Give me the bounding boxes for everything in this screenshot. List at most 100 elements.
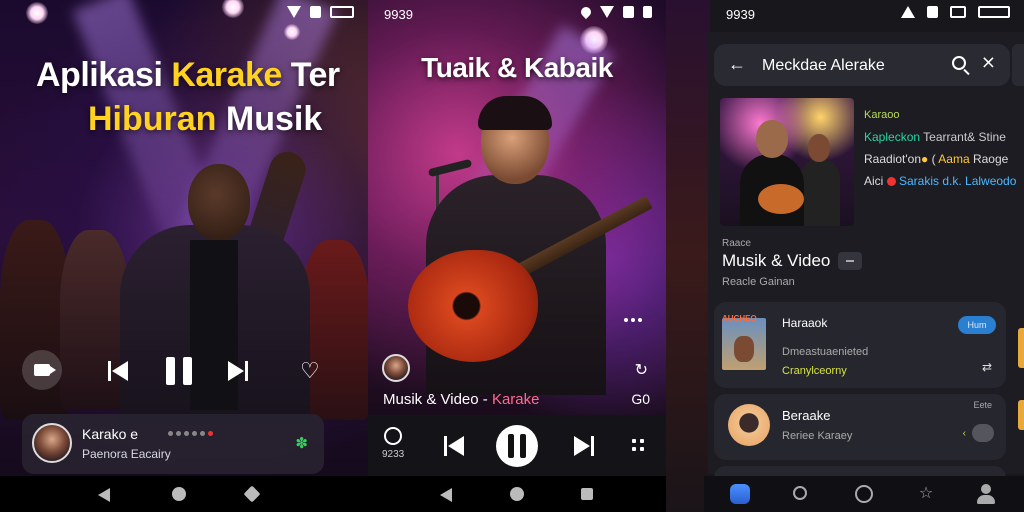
play-pause-button[interactable] (496, 425, 538, 467)
status-bar: 9939 (368, 4, 666, 24)
previous-track-button[interactable] (444, 436, 466, 456)
system-nav-bar (0, 476, 368, 512)
guitar-body (408, 250, 538, 362)
promo-screen: Aplikasi Karake Ter Hiburan Musik ♡ Kara… (0, 0, 368, 512)
wifi-icon (901, 6, 915, 18)
thumbnail-tag: AUCHEO (722, 314, 757, 323)
player-screen: 9939 Tuaik & Kabaik ↻ Musik & Video - Ka… (368, 0, 666, 512)
battery-icon (330, 6, 354, 18)
notification-icon (310, 6, 321, 18)
previous-track-button[interactable] (108, 361, 130, 381)
video-camera-button[interactable] (22, 350, 62, 390)
status-bar: 9939 (666, 6, 1024, 24)
player-controls: ♡ (0, 350, 368, 394)
battery-icon (643, 6, 652, 18)
tab-messages-icon[interactable] (855, 485, 873, 503)
battery-icon (978, 6, 1010, 18)
browse-screen: 9939 ← Meckdae Alerake ⨯ Karaoo Kaplecko… (666, 0, 1024, 512)
singer-avatar (32, 423, 72, 463)
background-photo-edge (666, 0, 710, 512)
nav-home-button[interactable] (510, 487, 524, 501)
singer-hair (478, 96, 552, 130)
signal-icon (600, 6, 614, 18)
video-camera-icon (34, 364, 56, 376)
back-arrow-icon[interactable]: ← (728, 55, 746, 73)
notification-icon (927, 6, 938, 18)
search-title: Meckdae Alerake (762, 57, 885, 74)
close-icon[interactable]: ⨯ (981, 52, 996, 73)
more-dots-icon[interactable] (624, 318, 642, 322)
pause-button[interactable] (166, 357, 192, 385)
search-icon[interactable] (952, 56, 966, 70)
now-playing-title: Karako e (82, 426, 139, 442)
bottom-tab-bar: ☆ (704, 476, 1024, 512)
timer-label: 9233 (382, 449, 405, 460)
stage-spotlight (284, 24, 300, 40)
tab-profile-icon[interactable] (976, 484, 996, 504)
quality-label: G0 (631, 391, 650, 407)
section-kicker: Raace (722, 238, 751, 249)
loop-icon[interactable]: ↻ (635, 360, 648, 380)
settings-gear-icon[interactable]: ✽ (295, 434, 308, 452)
promo-headline: Aplikasi Karake Ter (36, 56, 340, 94)
featured-thumbnail[interactable] (720, 98, 854, 226)
list-item-title: Beraake (782, 408, 831, 423)
favorite-heart-icon[interactable]: ♡ (300, 360, 320, 382)
edge-badge (1018, 400, 1024, 430)
chevron-icon[interactable]: ‹ (963, 428, 966, 439)
list-item[interactable]: AUCHEO Haraaok Dmeastuaenieted Cranylceo… (714, 302, 1006, 388)
nav-back-button[interactable] (98, 488, 110, 502)
join-button[interactable]: Hum (958, 316, 996, 334)
featured-info: Karaoo Kapleckon Tearrant& Stine Raadiot… (864, 104, 1024, 192)
nav-home-button[interactable] (172, 487, 186, 501)
nav-recents-button[interactable] (581, 488, 593, 500)
player-controls: 9233 (368, 415, 666, 477)
cast-icon (950, 6, 966, 18)
signal-icon (287, 6, 301, 18)
featured-line: Kapleckon Tearrant& Stine (864, 130, 1006, 144)
pause-icon (508, 434, 526, 458)
status-time: 9939 (384, 7, 413, 22)
system-nav-bar (368, 476, 666, 512)
featured-line: Aici Sarakis d.k. Lalweodo (864, 174, 1017, 188)
video-title: Tuaik & Kabaik (421, 52, 613, 83)
featured-tag: Karaoo (864, 109, 900, 121)
featured-line: Raadiot'on● ( Aama Raoge (864, 152, 1009, 166)
tab-home-icon[interactable] (730, 484, 750, 504)
next-track-button[interactable] (226, 361, 248, 381)
list-item[interactable]: Beraake Reriee Karaey Eete ‹ (714, 394, 1006, 460)
video-thumbnail (722, 318, 766, 370)
now-playing-bar[interactable]: Karako e Paenora Eacairy ✽ (22, 414, 324, 474)
status-bar (0, 6, 368, 24)
edge-badge (1018, 328, 1024, 368)
artist-avatar[interactable] (382, 354, 410, 382)
timer-icon[interactable] (384, 427, 402, 445)
list-item-title: Haraaok (782, 316, 828, 330)
live-indicator-dots (168, 431, 213, 436)
toggle-switch[interactable] (972, 424, 994, 442)
video-caption: Musik & Video - Karake (383, 391, 540, 408)
section-subtitle: Reacle Gainan (722, 276, 795, 288)
grid-menu-icon[interactable] (632, 439, 644, 451)
share-icon[interactable]: ⇄ (982, 360, 992, 374)
list-item-subtitle: Reriee Karaey (782, 430, 853, 442)
nav-recents-button[interactable] (243, 485, 261, 503)
side-tab (1012, 44, 1024, 86)
singer-head (188, 164, 250, 240)
promo-subheadline: Hiburan Musik (88, 100, 323, 138)
status-time: 9939 (726, 7, 755, 22)
notification-icon (623, 6, 634, 18)
search-bar[interactable]: ← Meckdae Alerake ⨯ (714, 44, 1010, 86)
list-item-meta: Eete (973, 400, 992, 410)
section-title: Musik & Video (722, 251, 831, 270)
list-item-subtitle: Dmeastuaenieted (782, 346, 869, 358)
section-collapse-button[interactable] (838, 252, 862, 270)
nav-back-button[interactable] (440, 488, 452, 502)
tab-favorites-icon[interactable]: ☆ (916, 484, 936, 504)
tab-search-icon[interactable] (793, 486, 807, 500)
singer-avatar (728, 404, 770, 446)
location-icon (578, 4, 594, 20)
next-track-button[interactable] (572, 436, 594, 456)
list-item-meta: Cranylceorny (782, 365, 847, 377)
now-playing-subtitle: Paenora Eacairy (82, 447, 171, 461)
